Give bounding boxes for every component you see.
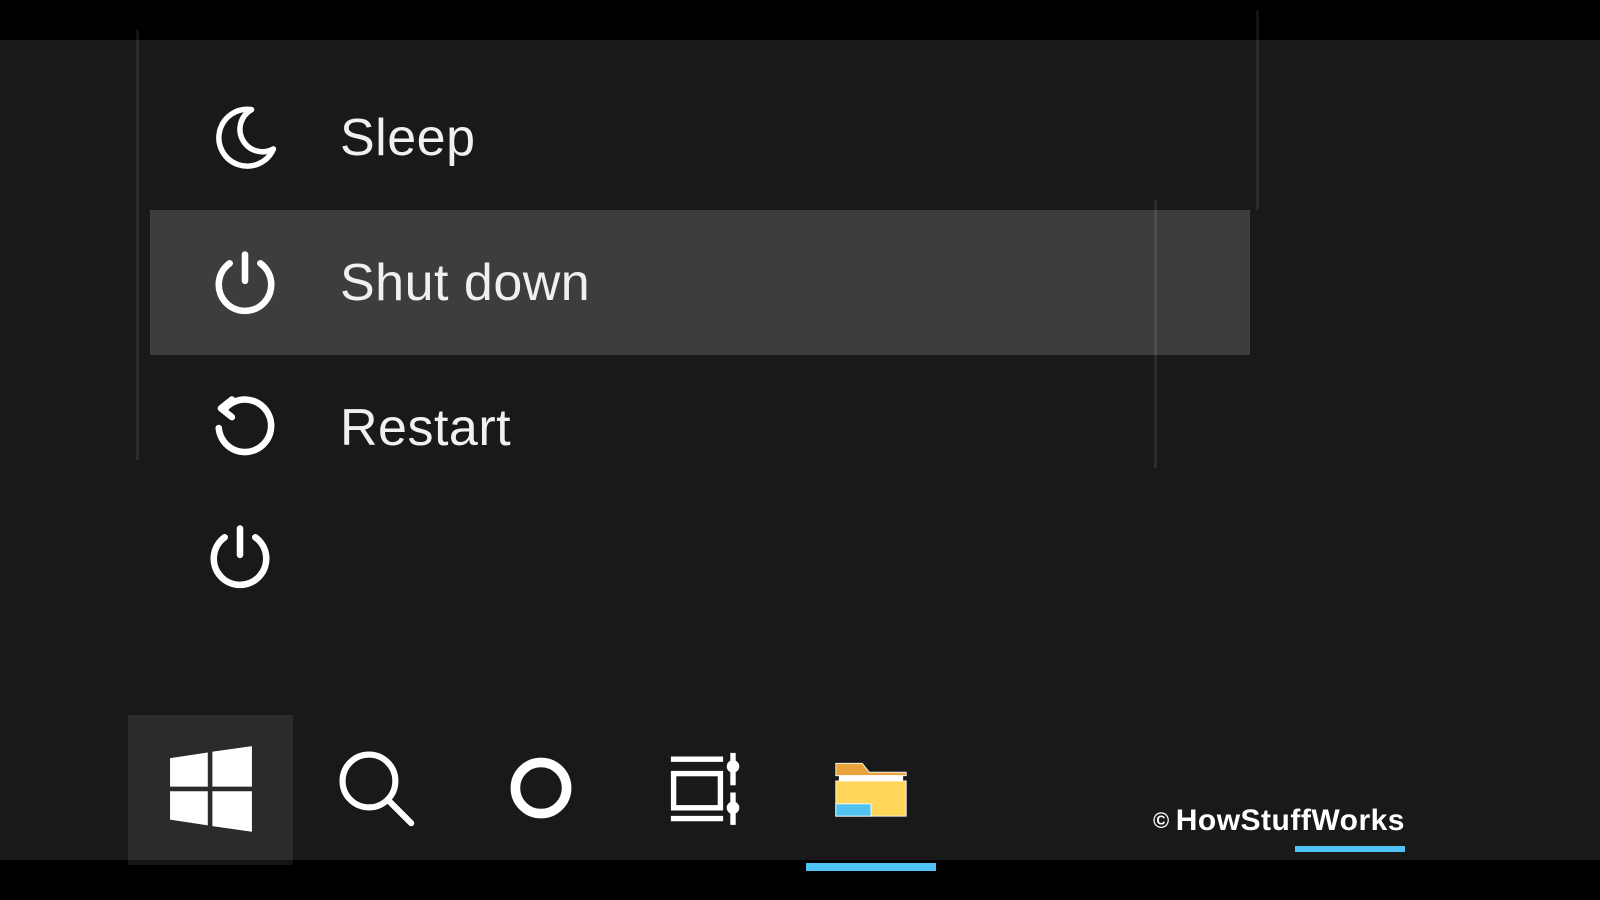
restart-icon (210, 393, 280, 463)
image-credit: ©HowStuffWorks (1153, 804, 1405, 838)
menu-item-label: Restart (340, 398, 511, 458)
credit-underline (1295, 846, 1405, 852)
power-options-menu: Sleep Shut down Restart (150, 65, 1250, 500)
taskbar-task-view-button[interactable] (623, 715, 788, 865)
decorative-line (136, 30, 139, 460)
search-icon (332, 744, 420, 837)
credit-text: HowStuffWorks (1176, 804, 1405, 837)
letterbox-top (0, 0, 1600, 40)
start-button[interactable] (128, 715, 293, 865)
start-sidebar-power-button[interactable] (205, 522, 275, 592)
windows-icon (165, 742, 257, 839)
menu-item-sleep[interactable]: Sleep (150, 65, 1250, 210)
menu-item-restart[interactable]: Restart (150, 355, 1250, 500)
copyright-symbol: © (1153, 808, 1170, 833)
power-icon (205, 522, 275, 592)
menu-item-label: Sleep (340, 108, 476, 168)
menu-item-label: Shut down (340, 253, 590, 313)
menu-item-shutdown[interactable]: Shut down (150, 210, 1250, 355)
file-explorer-icon (827, 744, 915, 837)
cortana-ring-icon (501, 748, 581, 833)
running-indicator (806, 863, 936, 871)
power-icon (210, 248, 280, 318)
decorative-line (1256, 10, 1259, 210)
taskbar-cortana-button[interactable] (458, 715, 623, 865)
taskbar (0, 705, 953, 875)
moon-icon (210, 103, 280, 173)
task-view-icon (661, 743, 751, 838)
taskbar-search-button[interactable] (293, 715, 458, 865)
taskbar-file-explorer-button[interactable] (788, 715, 953, 865)
